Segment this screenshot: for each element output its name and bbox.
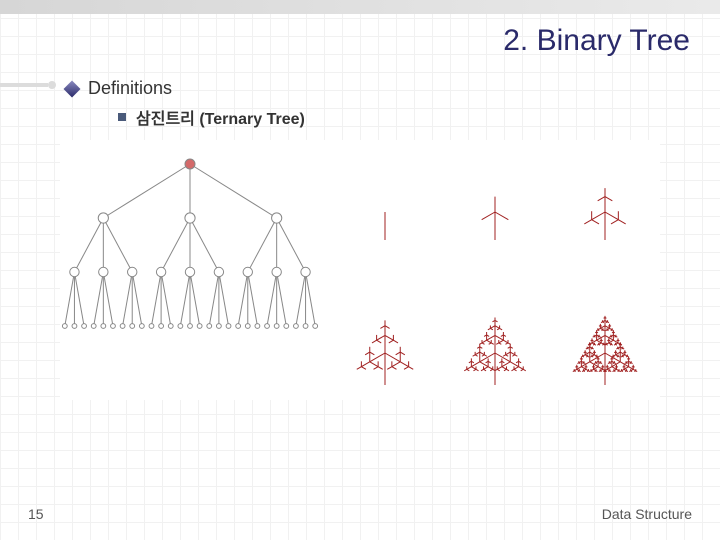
diamond-bullet-icon xyxy=(66,83,78,95)
fractal-tree-row-top xyxy=(330,140,660,250)
square-bullet-icon xyxy=(118,113,126,121)
heading-text: Definitions xyxy=(88,78,172,99)
page-number: 15 xyxy=(28,506,44,522)
heading-row: Definitions xyxy=(66,78,172,99)
accent-line-icon xyxy=(0,83,48,87)
ternary-tree-diagram xyxy=(60,150,320,340)
top-gradient-bar xyxy=(0,0,720,14)
footer-text: Data Structure xyxy=(602,506,692,522)
subheading-text: 삼진트리 (Ternary Tree) xyxy=(136,105,305,129)
page-title: 2. Binary Tree xyxy=(503,24,690,58)
fractal-tree-row-bottom xyxy=(330,255,660,395)
subheading-row: 삼진트리 (Ternary Tree) xyxy=(118,105,305,129)
diagram-area xyxy=(60,140,660,400)
